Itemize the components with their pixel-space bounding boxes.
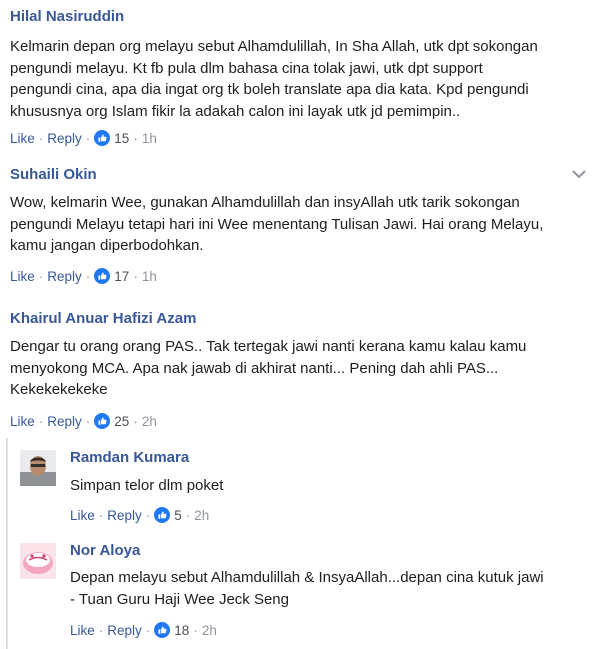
comment-actions: Like · Reply · 15 · 1h [10,130,157,146]
comment-line: Kekekekekeke [10,381,108,398]
comment-line: Depan melayu sebut Alhamdulillah & Insya… [70,569,544,586]
comment-line: pengundi Melayu tetapi hari ini Wee mene… [10,215,544,233]
like-button[interactable]: Like [70,508,95,523]
like-button[interactable]: Like [10,131,35,146]
like-button[interactable]: Like [70,623,95,638]
reply-button[interactable]: Reply [107,508,142,523]
timestamp[interactable]: 2h [194,508,209,523]
reply-author[interactable]: Ramdan Kumara [70,449,189,466]
avatar[interactable] [20,450,56,486]
separator: · [38,413,44,429]
comment-line: pengundi melayu. Kt fb pula dlm bahasa c… [10,59,483,77]
like-button[interactable]: Like [10,269,35,284]
comment-author[interactable]: Khairul Anuar Hafizi Azam [10,310,196,327]
avatar[interactable] [20,543,56,579]
like-thumb-icon[interactable] [94,268,111,284]
reply-author[interactable]: Nor Aloya [70,542,140,559]
reaction-count[interactable]: 5 [174,508,182,523]
separator: · [98,622,104,638]
separator: · [85,130,91,146]
separator: · [193,622,198,638]
comment-line: Kelmarin depan org melayu sebut Alhamdul… [10,38,538,55]
reaction-count[interactable]: 15 [114,131,129,146]
reaction-count[interactable]: 17 [114,269,129,284]
separator: · [133,268,138,284]
separator: · [145,507,151,523]
separator: · [145,622,151,638]
comment-author[interactable]: Suhaili Okin [10,166,97,183]
like-thumb-icon[interactable] [154,507,171,523]
separator: · [133,130,138,146]
reply-thread-line [6,438,8,649]
separator: · [185,507,191,523]
separator: · [133,413,138,429]
reply-button[interactable]: Reply [47,269,82,284]
comment-line: khususnya org Islam fikir la adakah calo… [10,102,461,120]
separator: · [38,130,44,146]
reply-actions: Like · Reply · 18 · 2h [70,622,217,638]
separator: · [38,268,44,284]
like-thumb-icon[interactable] [94,413,111,429]
reply-actions: Like · Reply · 5 · 2h [70,507,209,523]
comment-text: Dengar tu orang orang PAS.. Tak tertegak… [10,336,526,401]
timestamp[interactable]: 1h [142,131,157,146]
separator: · [85,268,91,284]
comment-text: Wow, kelmarin Wee, gunakan Alhamdulillah… [10,192,543,257]
comment-line: Simpan telor dlm poket [70,477,224,494]
reply-button[interactable]: Reply [107,623,142,638]
like-thumb-icon[interactable] [154,622,171,638]
separator: · [85,413,91,429]
reply-button[interactable]: Reply [47,131,82,146]
comment-line: kamu jangan diperbodohkan. [10,237,204,254]
reply-text: Simpan telor dlm poket [70,475,223,497]
comment-text: Kelmarin depan org melayu sebut Alhamdul… [10,36,538,122]
reaction-count[interactable]: 18 [174,623,189,638]
comment-actions: Like · Reply · 17 · 1h [10,268,157,284]
like-thumb-icon[interactable] [94,130,111,146]
comment-line: Dengar tu orang orang PAS.. Tak tertegak… [10,338,527,355]
comment-line: Wow, kelmarin Wee, gunakan Alhamdulillah… [10,194,520,211]
comment-line: pengundi cina, apa dia ingat org tk bole… [10,81,529,98]
separator: · [98,507,104,523]
comment-line: menyokong MCA. Apa nak jawab di akhirat … [10,359,499,377]
timestamp[interactable]: 1h [142,269,157,284]
chevron-down-icon[interactable] [572,166,586,184]
reaction-count[interactable]: 25 [114,414,129,429]
comment-line: - Tuan Guru Haji Wee Jeck Seng [70,590,289,608]
reply-button[interactable]: Reply [47,414,82,429]
timestamp[interactable]: 2h [202,623,217,638]
comment-author[interactable]: Hilal Nasiruddin [10,8,124,25]
reply-text: Depan melayu sebut Alhamdulillah & Insya… [70,567,544,610]
timestamp[interactable]: 2h [142,414,157,429]
comment-actions: Like · Reply · 25 · 2h [10,413,157,429]
like-button[interactable]: Like [10,414,35,429]
